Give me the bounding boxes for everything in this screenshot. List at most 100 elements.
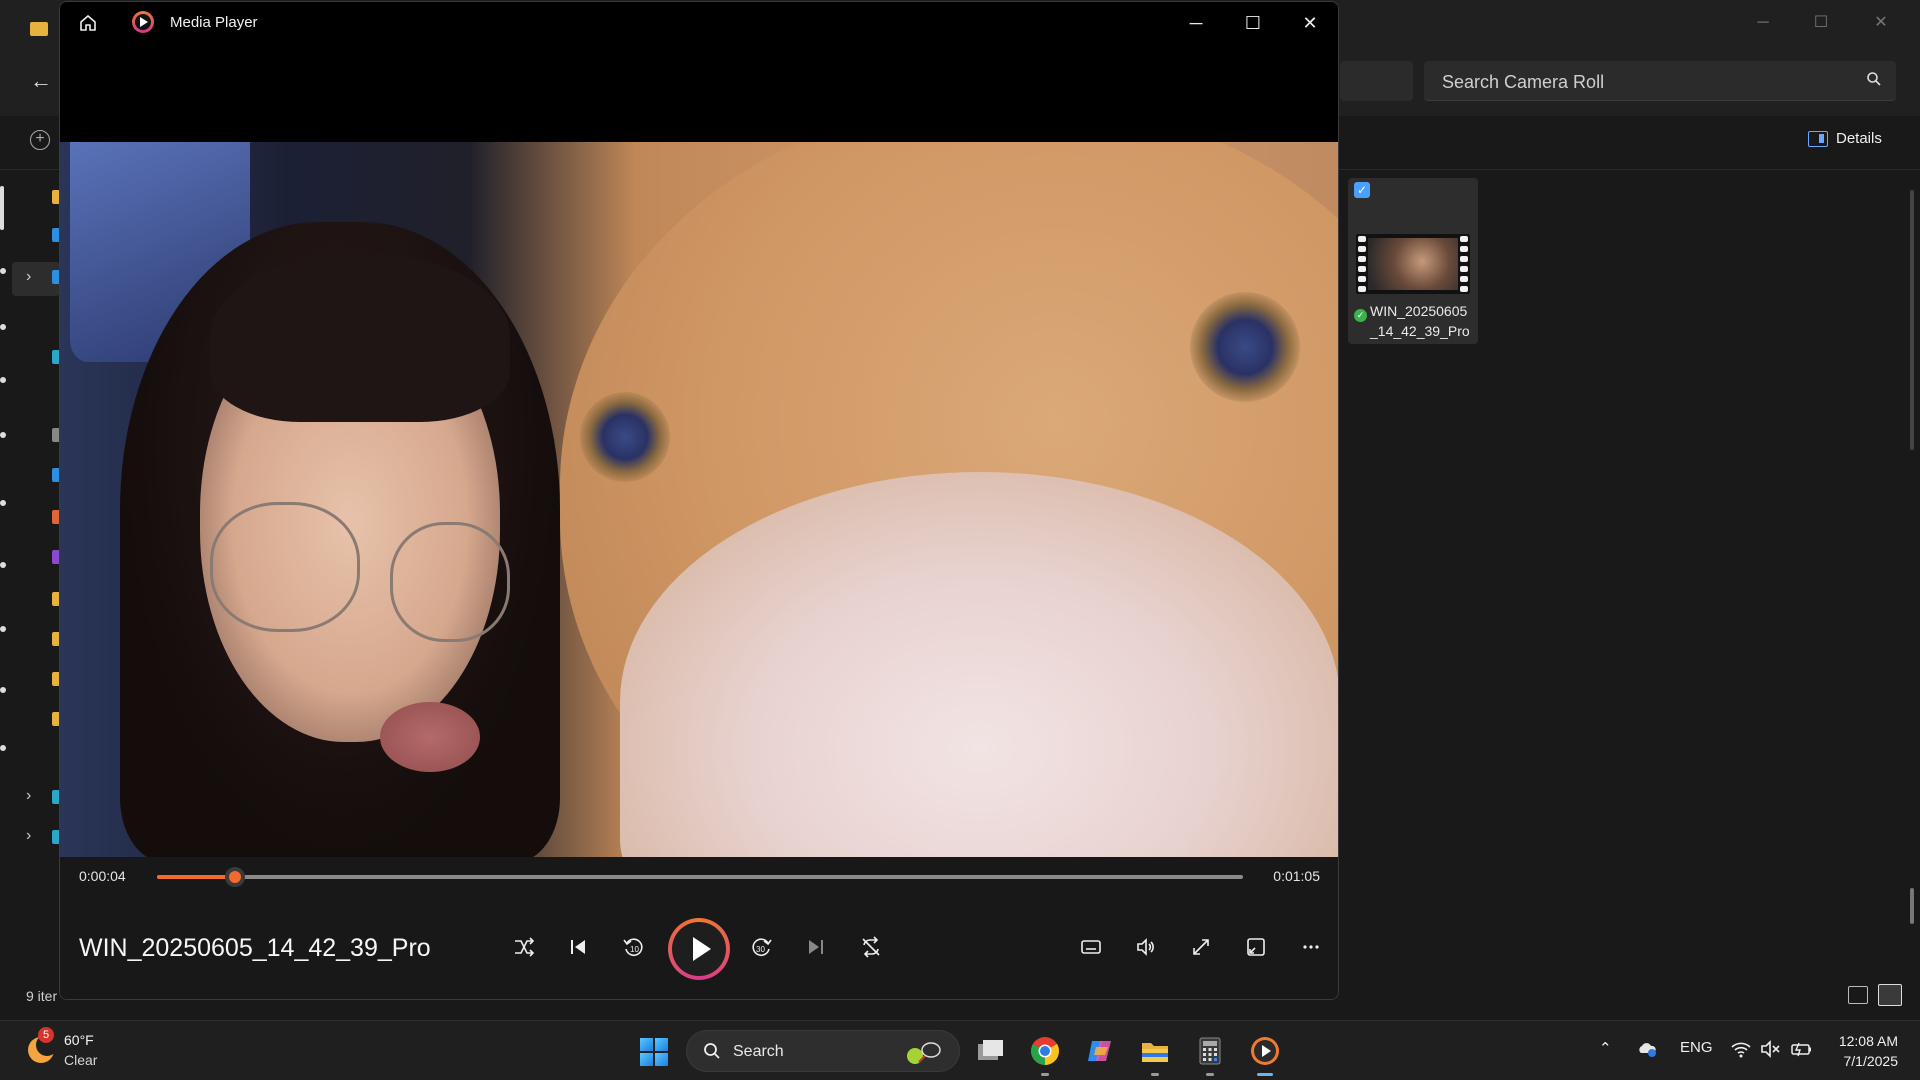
video-person-bangs (210, 252, 510, 422)
filmstrip-icon (1358, 236, 1366, 292)
search-icon[interactable] (1866, 71, 1882, 87)
video-glasses (390, 522, 510, 642)
captions-icon (1081, 940, 1101, 954)
weather-temperature: 60°F (64, 1032, 94, 1048)
synced-check-icon: ✓ (1354, 309, 1367, 322)
nav-marker (0, 432, 6, 438)
details-view-icon[interactable] (1848, 986, 1868, 1004)
explorer-close-button[interactable]: ✕ (1858, 8, 1904, 38)
home-icon[interactable] (78, 13, 98, 33)
nav-marker (0, 745, 6, 751)
battery-charging-icon[interactable] (1790, 1039, 1814, 1059)
folder-icon[interactable] (30, 22, 48, 36)
playback-controls: 0:00:04 0:01:05 WIN_20250605_14_42_39_Pr… (60, 857, 1338, 999)
media-file-title: WIN_20250605_14_42_39_Pro (79, 934, 431, 962)
app-title: Media Player (170, 14, 258, 31)
nav-marker (0, 268, 6, 274)
nav-expand-chevron-icon[interactable]: › (26, 787, 31, 805)
captions-button[interactable] (1073, 929, 1109, 965)
search-placeholder: Search Camera Roll (1442, 72, 1605, 92)
thumbnail-image (1368, 238, 1458, 290)
scrollbar[interactable] (1910, 190, 1914, 450)
nav-selection-indicator (0, 186, 4, 230)
search-input[interactable]: Search Camera Roll (1424, 61, 1896, 101)
chrome-running-indicator (1041, 1073, 1049, 1076)
nav-expand-chevron-icon[interactable]: › (26, 827, 31, 845)
details-button[interactable]: Details (1808, 130, 1882, 147)
skip-forward-button[interactable]: 30 (744, 929, 780, 965)
weather-condition: Clear (64, 1052, 98, 1068)
system-clock[interactable]: 12:08 AM 7/1/2025 (1830, 1031, 1898, 1071)
video-frame[interactable] (60, 142, 1338, 857)
onedrive-status-icon[interactable] (1636, 1038, 1658, 1060)
weather-badge: 5 (38, 1027, 54, 1043)
repeat-button[interactable] (853, 929, 889, 965)
current-time: 0:00:04 (79, 868, 126, 884)
explorer-maximize-button[interactable]: ☐ (1798, 8, 1844, 38)
skip-back-10-icon: 10 (623, 938, 643, 956)
repeat-off-icon (862, 936, 880, 958)
nav-marker (0, 377, 6, 383)
explorer-minimize-button[interactable]: ─ (1740, 8, 1786, 38)
nav-marker (0, 500, 6, 506)
wifi-icon[interactable] (1730, 1039, 1752, 1059)
play-icon (693, 937, 711, 961)
skip-forward-30-icon: 30 (752, 938, 772, 956)
maximize-button[interactable]: ☐ (1230, 8, 1276, 38)
skip-back-button[interactable]: 10 (615, 929, 651, 965)
mini-player-button[interactable] (1238, 929, 1274, 965)
nav-marker (0, 626, 6, 632)
media-player-active-indicator (1257, 1073, 1273, 1076)
fullscreen-icon (1193, 939, 1209, 955)
seek-thumb[interactable] (225, 867, 246, 887)
media-player-window: Media Player ─ ☐ ✕ 0:00:04 0:01:05 WIN_2… (59, 1, 1339, 1000)
previous-button[interactable] (560, 929, 596, 965)
nav-marker (0, 562, 6, 568)
details-label: Details (1836, 130, 1882, 147)
input-language[interactable]: ENG (1680, 1039, 1713, 1056)
volume-muted-icon[interactable] (1760, 1039, 1782, 1059)
task-view-icon[interactable] (974, 1035, 1006, 1067)
nav-expand-chevron-icon[interactable]: › (26, 268, 31, 286)
seek-progress (157, 875, 236, 879)
more-options-icon (1303, 945, 1319, 949)
copilot-icon[interactable] (1084, 1035, 1116, 1067)
address-bar[interactable] (1340, 61, 1413, 101)
close-button[interactable]: ✕ (1287, 8, 1333, 38)
previous-track-icon (571, 940, 585, 954)
play-button[interactable] (668, 918, 730, 980)
video-glasses (210, 502, 360, 632)
chrome-icon[interactable] (1029, 1035, 1061, 1067)
media-player-taskbar-icon[interactable] (1249, 1035, 1281, 1067)
back-arrow-icon[interactable]: ← (30, 68, 52, 94)
file-tile[interactable]: ✓ ✓ WIN_20250605 _14_42_39_Pro (1348, 178, 1478, 344)
details-pane-icon (1808, 130, 1828, 147)
svg-text:30: 30 (756, 945, 765, 954)
seek-bar[interactable] (157, 867, 1243, 887)
taskbar-search[interactable]: Search (686, 1030, 960, 1072)
shuffle-button[interactable] (506, 929, 542, 965)
windows-start-icon[interactable] (640, 1038, 668, 1066)
show-hidden-icons-chevron-icon[interactable]: ⌃ (1599, 1039, 1612, 1057)
more-options-button[interactable] (1293, 929, 1329, 965)
shuffle-icon (515, 937, 535, 957)
explorer-running-indicator (1151, 1073, 1159, 1076)
video-dog-eye (1190, 292, 1300, 402)
search-highlight-icon (907, 1042, 941, 1064)
file-name-line1: WIN_20250605 (1370, 303, 1468, 319)
nav-marker (0, 324, 6, 330)
file-explorer-icon[interactable] (1139, 1035, 1171, 1067)
search-icon (704, 1043, 720, 1059)
minimize-button[interactable]: ─ (1173, 8, 1219, 38)
fullscreen-button[interactable] (1183, 929, 1219, 965)
volume-button[interactable] (1128, 929, 1164, 965)
taskbar: 5 60°F Clear Search ⌃ ENG 12:08 AM 7/1/2… (0, 1020, 1920, 1080)
checkbox-checked-icon[interactable]: ✓ (1354, 182, 1370, 198)
scrollbar-thumb[interactable] (1910, 888, 1914, 924)
tiles-view-icon[interactable] (1878, 984, 1902, 1006)
mini-player-icon (1247, 938, 1265, 956)
next-button[interactable] (798, 929, 834, 965)
new-item-icon[interactable]: + (30, 130, 50, 150)
volume-icon (1137, 938, 1154, 956)
calculator-icon[interactable] (1194, 1035, 1226, 1067)
